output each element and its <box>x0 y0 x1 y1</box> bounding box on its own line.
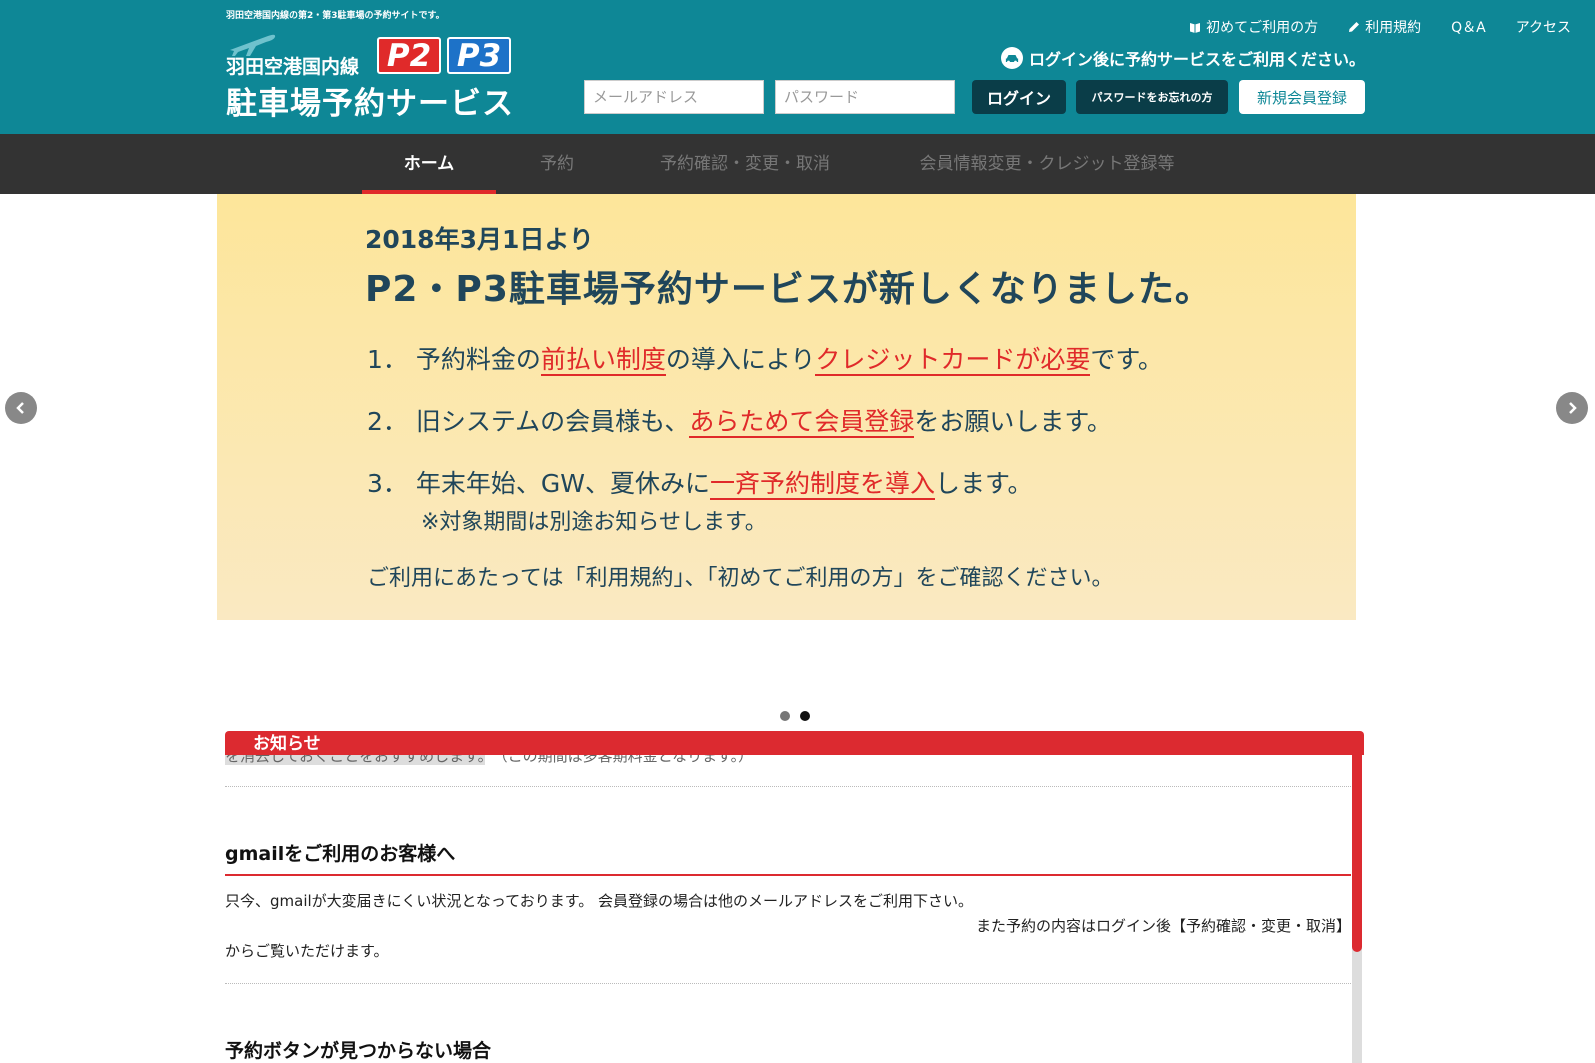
banner-footer: ご利用にあたっては「利用規約」、「初めてご利用の方」をご確認ください。 <box>367 566 1114 591</box>
point-3-highlight: 一斉予約制度を導入 <box>709 469 935 500</box>
login-note-text: ログイン後に予約サービスをご利用ください。 <box>1029 50 1366 69</box>
news-clipped-text: を消去しておくことをおすすめします。 （この期間は多客期料金となります。） <box>225 755 753 766</box>
tab-manage[interactable]: 予約確認・変更・取消 <box>640 134 850 194</box>
news-gmail-title: gmailをご利用のお客様へ <box>225 843 456 865</box>
slider-dot-2[interactable] <box>800 711 810 721</box>
point-3-text-b: します。 <box>934 469 1033 498</box>
news-gmail-underline <box>225 874 1351 876</box>
forgot-password-button[interactable]: パスワードをお忘れの方 <box>1076 80 1228 114</box>
qa-label: Q＆A <box>1451 20 1486 36</box>
news-title: お知らせ <box>253 734 321 754</box>
chevron-right-icon <box>1569 402 1577 414</box>
banner-date: 2018年3月1日より <box>365 225 594 254</box>
news-gmail-text-3: からご覧いただけます。 <box>225 942 389 960</box>
first-time-label: 初めてご利用の方 <box>1206 20 1319 36</box>
slider-next-button[interactable] <box>1556 392 1588 424</box>
point-1-highlight-1: 前払い制度 <box>540 345 666 376</box>
point-1-highlight-2: クレジットカードが必要 <box>815 345 1091 376</box>
point-1-text-b: の導入により <box>665 345 816 374</box>
news-gmail-text-1: 只今、gmailが大変届きにくい状況となっております。 会員登録の場合は他のメー… <box>225 892 973 910</box>
p3-badge: P3 <box>447 37 511 74</box>
login-button[interactable]: ログイン <box>972 80 1066 114</box>
terms-label: 利用規約 <box>1365 20 1422 36</box>
top-links: 初めてご利用の方 利用規約 Q＆A アクセス <box>1189 17 1571 37</box>
car-icon <box>1001 47 1023 69</box>
email-input[interactable] <box>584 80 764 114</box>
banner-note: ※対象期間は別途お知らせします。 <box>421 510 767 535</box>
point-3-number: 3． <box>367 469 408 498</box>
point-1-number: 1． <box>367 345 408 374</box>
login-note: ログイン後に予約サービスをご利用ください。 <box>1001 46 1365 70</box>
news-next-title: 予約ボタンが見つからない場合 <box>225 1040 492 1062</box>
news-list[interactable]: を消去しておくことをおすすめします。 （この期間は多客期料金となります。） gm… <box>225 755 1364 1063</box>
site-logo[interactable]: 羽田空港国内線 P2 P3 駐車場予約サービス <box>226 28 516 122</box>
tab-member[interactable]: 会員情報変更・クレジット登録等 <box>902 134 1192 194</box>
qa-link[interactable]: Q＆A <box>1451 17 1486 37</box>
book-icon <box>1190 23 1201 33</box>
slider-dots <box>780 711 810 721</box>
access-link[interactable]: アクセス <box>1516 17 1571 37</box>
logo-line1: 羽田空港国内線 <box>226 56 360 78</box>
clipped-text-a: を消去しておくことをおすすめします。 <box>225 755 486 765</box>
news-divider <box>225 786 1351 787</box>
chevron-left-icon <box>16 402 24 414</box>
pencil-icon <box>1349 22 1360 32</box>
site-tagline: 羽田空港国内線の第2・第3駐車場の予約サイトです。 <box>226 11 445 21</box>
logo-line2: 駐車場予約サービス <box>226 86 514 122</box>
point-3-text-a: 年末年始、GW、夏休みに <box>415 469 710 498</box>
terms-link[interactable]: 利用規約 <box>1348 17 1421 37</box>
banner-point-2: 2． 旧システムの会員様も、あらためて会員登録をお願いします。 <box>367 402 1112 438</box>
point-2-number: 2． <box>367 407 408 436</box>
site-header: 羽田空港国内線の第2・第3駐車場の予約サイトです。 羽田空港国内線 P2 P3 … <box>0 0 1595 134</box>
banner-headline: P2・P3駐車場予約サービスが新しくなりました。 <box>365 269 1212 310</box>
clipped-text-b: （この期間は多客期料金となります。） <box>500 755 754 765</box>
point-1-text-a: 予約料金の <box>415 345 541 374</box>
point-2-text-a: 旧システムの会員様も、 <box>415 407 690 436</box>
banner-point-3: 3． 年末年始、GW、夏休みに一斉予約制度を導入します。 <box>367 464 1032 500</box>
tab-home[interactable]: ホーム <box>362 134 496 194</box>
slider-dot-1[interactable] <box>780 711 790 721</box>
news-gmail-text-2: また予約の内容はログイン後【予約確認・変更・取消】 <box>975 917 1351 935</box>
point-1-text-c: です。 <box>1090 345 1163 374</box>
p2-badge: P2 <box>377 37 441 74</box>
news-header: お知らせ <box>225 731 1364 755</box>
main-nav: ホーム 予約 予約確認・変更・取消 会員情報変更・クレジット登録等 <box>0 134 1595 194</box>
register-button[interactable]: 新規会員登録 <box>1239 80 1365 114</box>
point-2-highlight: あらためて会員登録 <box>689 407 915 438</box>
slider-prev-button[interactable] <box>5 392 37 424</box>
first-time-link[interactable]: 初めてご利用の方 <box>1189 17 1318 37</box>
news-scrollbar-thumb[interactable] <box>1352 755 1362 952</box>
announcement-banner[interactable]: 2018年3月1日より P2・P3駐車場予約サービスが新しくなりました。 1． … <box>217 194 1356 620</box>
news-divider <box>225 983 1351 984</box>
access-label: アクセス <box>1515 20 1571 36</box>
tab-reserve[interactable]: 予約 <box>520 134 594 194</box>
password-input[interactable] <box>775 80 955 114</box>
point-2-text-b: をお願いします。 <box>914 407 1112 436</box>
banner-point-1: 1． 予約料金の前払い制度の導入によりクレジットカードが必要です。 <box>367 340 1163 376</box>
